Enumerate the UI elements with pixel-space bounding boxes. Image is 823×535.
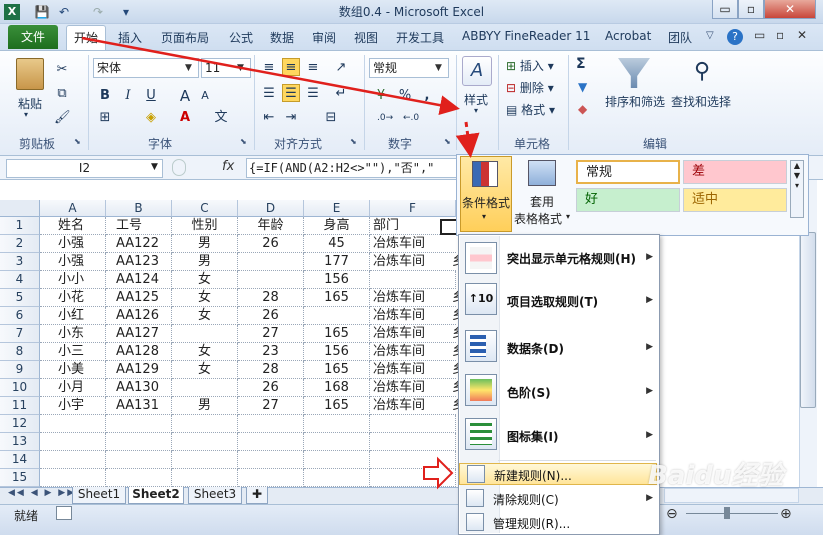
arrow-styles-to-conditional xyxy=(455,121,480,158)
arrow-new-rule xyxy=(423,456,454,490)
watermark-logo: Baidu经验 xyxy=(648,461,784,491)
arrow-home-to-styles xyxy=(81,36,460,116)
